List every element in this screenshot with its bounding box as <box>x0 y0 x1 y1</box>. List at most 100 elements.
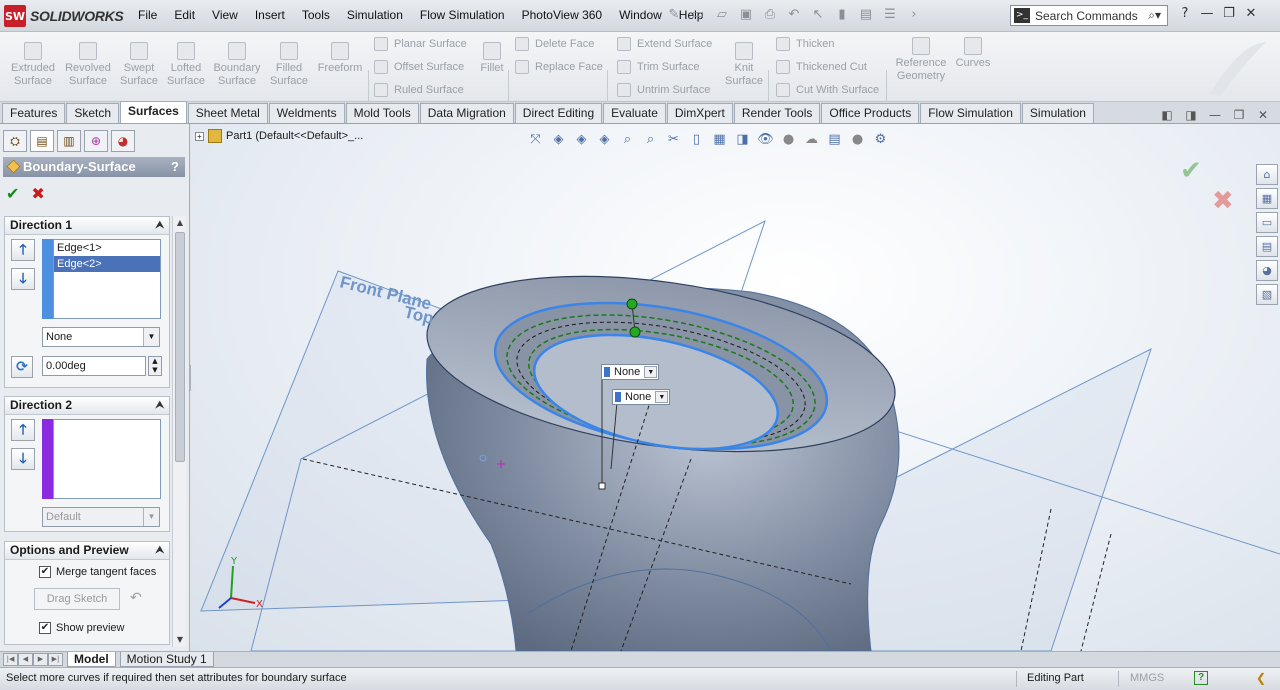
hide-show-icon[interactable]: 👁 <box>756 130 775 149</box>
pm-scrollbar[interactable]: ▲ ▼ <box>172 216 186 647</box>
direction1-curves-list[interactable]: Edge<1> Edge<2> <box>53 239 161 319</box>
prev-tab-icon[interactable]: ◀ <box>18 653 33 666</box>
checkbox-checked[interactable]: ✔ <box>39 622 51 634</box>
appearances-icon[interactable]: ◕ <box>1256 260 1278 281</box>
help-icon[interactable]: ? <box>1176 6 1194 21</box>
ruled-surface-button[interactable]: Ruled Surface <box>374 83 464 97</box>
realview-icon[interactable]: ⚙ <box>871 130 890 149</box>
property-manager-icon[interactable]: ▤ <box>30 130 54 152</box>
restore-icon[interactable]: ❐ <box>1220 6 1238 21</box>
move-down-icon[interactable]: 🡓 <box>11 448 35 470</box>
direction2-header[interactable]: Direction 2 ⮝ <box>5 397 169 415</box>
print-icon[interactable]: ⎙ <box>758 7 782 25</box>
direction2-curves-list[interactable] <box>53 419 161 499</box>
solidworks-logo[interactable]: SW SOLIDWORKS <box>4 5 124 27</box>
display-style-icon[interactable]: ◨ <box>733 130 752 149</box>
doc-close-icon[interactable]: ✕ <box>1254 108 1272 122</box>
tile-left-icon[interactable]: ◧ <box>1158 108 1176 122</box>
close-icon[interactable]: ✕ <box>1242 6 1260 21</box>
extend-surface-button[interactable]: Extend Surface <box>617 37 712 51</box>
new-document-icon[interactable]: ▭ <box>686 7 710 25</box>
lofted-surface-button[interactable]: Lofted Surface <box>161 42 211 88</box>
scroll-up-icon[interactable]: ▲ <box>174 216 186 230</box>
tab-office-products[interactable]: Office Products <box>821 103 920 123</box>
connector-handle-2[interactable] <box>629 326 641 338</box>
tab-flow-simulation[interactable]: Flow Simulation <box>920 103 1021 123</box>
file-properties-icon[interactable]: ▤ <box>854 7 878 25</box>
tab-render-tools[interactable]: Render Tools <box>733 103 821 123</box>
tab-direct-editing[interactable]: Direct Editing <box>514 103 603 123</box>
connector-handle-1[interactable] <box>626 298 638 310</box>
freeform-button[interactable]: Freeform <box>314 42 366 75</box>
confirm-cancel-icon[interactable]: ✖ <box>1212 186 1234 216</box>
part-name[interactable]: Part1 (Default<<Default>_... <box>226 130 363 142</box>
menu-view[interactable]: View <box>212 8 238 22</box>
move-up-icon[interactable]: 🡑 <box>11 239 35 261</box>
doc-restore-icon[interactable]: ❐ <box>1230 108 1248 122</box>
ok-check-icon[interactable]: ✔ <box>6 184 19 203</box>
confirm-ok-icon[interactable]: ✔ <box>1180 156 1202 186</box>
move-up-icon[interactable]: 🡑 <box>11 419 35 441</box>
pin-icon[interactable]: ✎ <box>662 7 686 25</box>
menu-tools[interactable]: Tools <box>302 8 330 22</box>
revolved-surface-button[interactable]: Revolved Surface <box>61 42 115 88</box>
save-icon[interactable]: ▣ <box>734 7 758 25</box>
collapse-chevron-icon[interactable]: ⮝ <box>156 397 165 414</box>
merge-tangent-checkbox[interactable]: ✔ Merge tangent faces <box>39 566 156 578</box>
unit-system[interactable]: MMGS <box>1130 668 1164 689</box>
tab-sheet-metal[interactable]: Sheet Metal <box>187 103 268 123</box>
file-explorer-icon[interactable]: ▭ <box>1256 212 1278 233</box>
search-input[interactable]: Search Commands <box>1035 9 1138 23</box>
section-view-icon[interactable]: ✂ <box>664 130 683 149</box>
untrim-surface-button[interactable]: Untrim Surface <box>617 83 710 97</box>
search-icon[interactable]: ⌕▾ <box>1148 8 1161 23</box>
tab-simulation[interactable]: Simulation <box>1021 103 1094 123</box>
cancel-x-icon[interactable]: ✖ <box>31 184 44 203</box>
tab-dimxpert[interactable]: DimXpert <box>666 103 733 123</box>
custom-properties-icon[interactable]: ▧ <box>1256 284 1278 305</box>
select-icon[interactable]: ↖ <box>806 7 830 25</box>
view-cube-icon[interactable]: ◈ <box>549 130 568 149</box>
filled-surface-button[interactable]: Filled Surface <box>263 42 315 88</box>
chevron-down-icon[interactable]: ▼ <box>644 366 658 378</box>
reverse-direction-icon[interactable]: ⟳ <box>11 356 33 378</box>
doc-minimize-icon[interactable]: — <box>1206 108 1224 122</box>
direction1-tangency-select[interactable]: None ▼ <box>42 327 160 347</box>
expand-icon[interactable]: + <box>195 131 204 141</box>
edit-appearance-icon[interactable]: ● <box>779 130 798 149</box>
view-settings-icon[interactable]: ▤ <box>825 130 844 149</box>
tile-right-icon[interactable]: ◨ <box>1182 108 1200 122</box>
display-manager-icon[interactable]: ◕ <box>111 130 135 152</box>
first-tab-icon[interactable]: |◀ <box>3 653 18 666</box>
chevron-down-icon[interactable]: ▼ <box>143 328 159 346</box>
view-orientation-icon[interactable]: ▦ <box>710 130 729 149</box>
tab-surfaces[interactable]: Surfaces <box>120 101 187 123</box>
expand-status-icon[interactable]: ❮ <box>1256 668 1266 689</box>
zoom-previous-icon[interactable]: ⌕ <box>641 130 660 149</box>
direction1-header[interactable]: Direction 1 ⮝ <box>5 217 169 235</box>
options-header[interactable]: Options and Preview ⮝ <box>5 542 169 560</box>
more-icon[interactable]: › <box>902 7 926 25</box>
tab-motion-study[interactable]: Motion Study 1 <box>119 652 214 667</box>
menu-photoview[interactable]: PhotoView 360 <box>522 8 603 22</box>
menu-file[interactable]: File <box>138 8 157 22</box>
swept-surface-button[interactable]: Swept Surface <box>114 42 164 88</box>
quick-tips-icon[interactable]: ? <box>1194 671 1208 685</box>
extruded-surface-button[interactable]: Extruded Surface <box>6 42 60 88</box>
zoom-area-icon[interactable]: ⌕ <box>618 130 637 149</box>
feature-tree-flyout[interactable]: + Part1 (Default<<Default>_... <box>195 129 363 143</box>
planar-surface-button[interactable]: Planar Surface <box>374 37 467 51</box>
replace-face-button[interactable]: Replace Face <box>515 60 603 74</box>
angle-spinner[interactable]: ▲ ▼ <box>148 356 162 376</box>
undo-icon[interactable]: ↶ <box>782 7 806 25</box>
configuration-manager-icon[interactable]: ▥ <box>57 130 81 152</box>
view-cube2-icon[interactable]: ◈ <box>572 130 591 149</box>
show-preview-checkbox[interactable]: ✔ Show preview <box>39 622 124 634</box>
resources-home-icon[interactable]: ⌂ <box>1256 164 1278 185</box>
design-library-icon[interactable]: ▦ <box>1256 188 1278 209</box>
menu-simulation[interactable]: Simulation <box>347 8 403 22</box>
checkbox-checked[interactable]: ✔ <box>39 566 51 578</box>
tangency-callout-2[interactable]: None ▼ <box>612 389 671 405</box>
search-commands[interactable]: >_ Search Commands ⌕▾ <box>1010 5 1168 26</box>
view-cube3-icon[interactable]: ◈ <box>595 130 614 149</box>
